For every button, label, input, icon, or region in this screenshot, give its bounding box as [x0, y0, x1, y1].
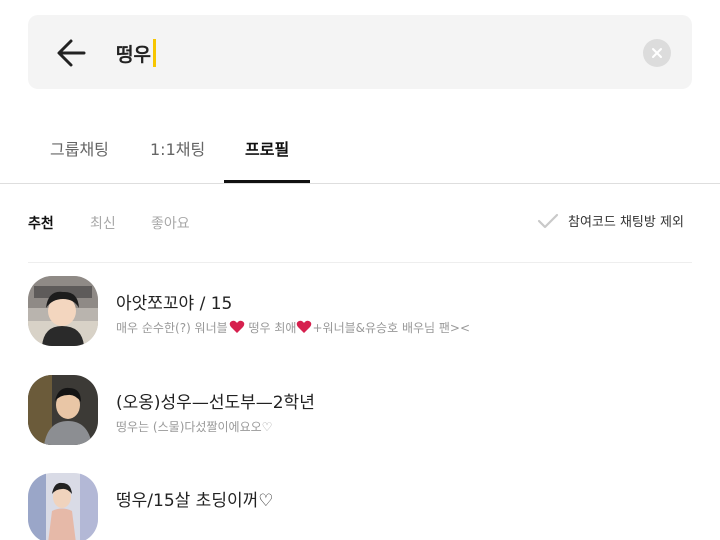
- check-icon: [537, 213, 559, 228]
- heart-icon: [229, 320, 244, 333]
- search-bar: 떵우: [28, 15, 692, 89]
- profile-name: 아앗쪼꼬야 / 15: [116, 294, 233, 314]
- profile-description: 떵우는 (스물)다섰짤이에요오♡: [116, 420, 273, 434]
- filter-divider: [28, 262, 692, 263]
- profile-item[interactable]: 떵우/15살 초딩이꺼♡: [28, 473, 692, 540]
- profile-item[interactable]: (오옹)성우—선도부—2학년 떵우는 (스물)다섰짤이에요오♡: [28, 375, 692, 447]
- tab-profile[interactable]: 프로필: [245, 136, 289, 160]
- profile-description: 매우 순수한(?) 워너블 떵우 최애 +워너블&유승호 배우님 팬><: [116, 320, 471, 335]
- heart-icon: [297, 320, 312, 333]
- avatar: [28, 473, 98, 540]
- sort-recommended[interactable]: 추천: [28, 213, 54, 233]
- back-button[interactable]: [52, 33, 92, 73]
- profile-item[interactable]: 아앗쪼꼬야 / 15 매우 순수한(?) 워너블 떵우 최애 +워너블&유승호 배…: [28, 276, 692, 348]
- sort-latest[interactable]: 최신: [90, 213, 116, 233]
- close-icon: [652, 48, 662, 58]
- avatar: [28, 375, 98, 445]
- search-query-text: 떵우: [116, 43, 151, 66]
- profile-name: 떵우/15살 초딩이꺼♡: [116, 491, 274, 511]
- exclude-code-chat-label: 참여코드 채팅방 제외: [568, 215, 684, 230]
- tab-group-chat[interactable]: 그룹채팅: [50, 136, 109, 160]
- text-caret: [152, 39, 156, 67]
- clear-search-button[interactable]: [643, 39, 671, 67]
- exclude-code-chat-toggle[interactable]: 참여코드 채팅방 제외: [537, 211, 684, 230]
- arrow-left-icon: [57, 39, 86, 67]
- avatar: [28, 276, 98, 346]
- tabs-divider: [0, 183, 720, 184]
- search-input[interactable]: 떵우: [116, 38, 156, 68]
- sort-likes[interactable]: 좋아요: [151, 213, 190, 233]
- profile-name: (오옹)성우—선도부—2학년: [116, 393, 315, 413]
- tab-one-to-one-chat[interactable]: 1:1채팅: [150, 136, 205, 160]
